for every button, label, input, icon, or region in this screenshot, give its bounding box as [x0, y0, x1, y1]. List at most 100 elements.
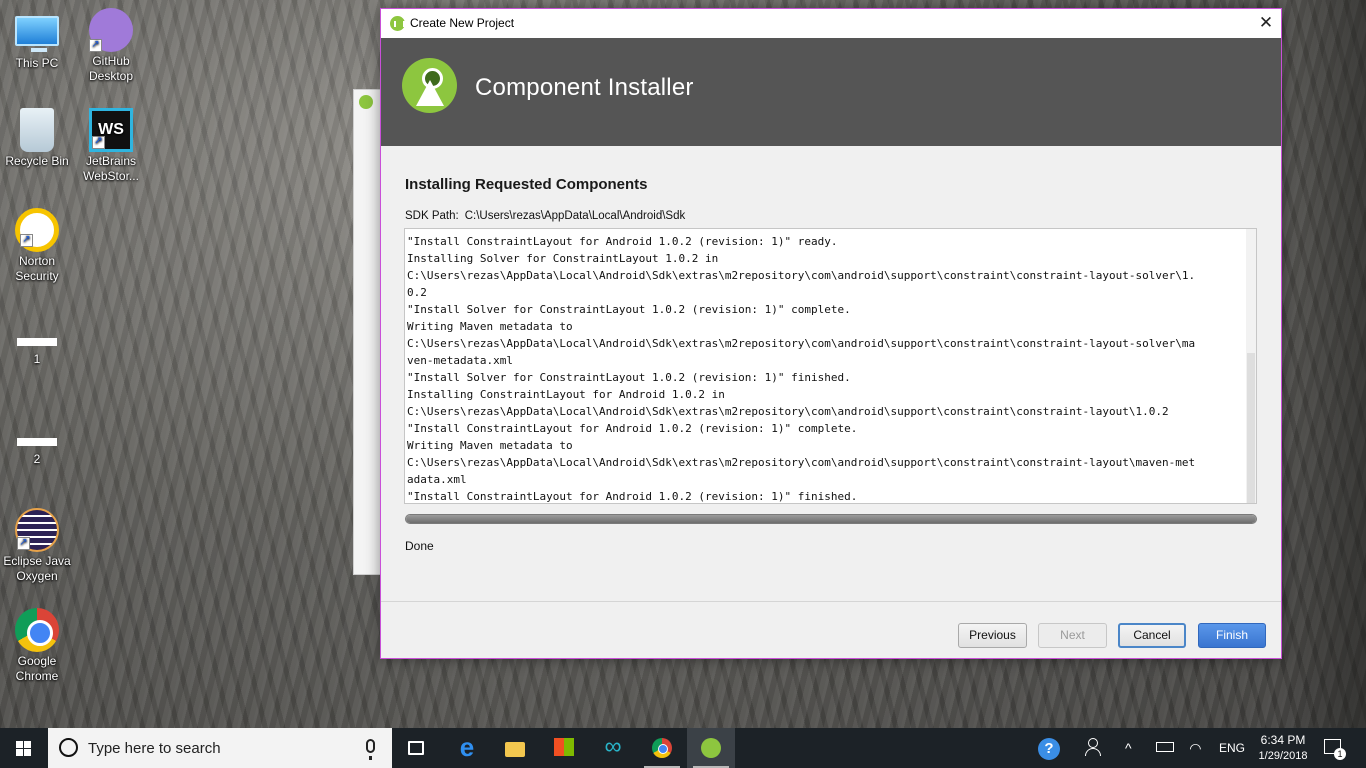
wifi-icon[interactable]: ◜◝ — [1190, 740, 1201, 768]
recycle-bin-icon — [20, 108, 54, 152]
file-explorer-taskbar-button[interactable] — [491, 728, 539, 768]
desktop-icon-eclipse[interactable]: ↗ Eclipse Java Oxygen — [0, 508, 74, 584]
task-view-icon — [408, 741, 424, 755]
desktop-icon-2[interactable]: 2 — [0, 418, 74, 467]
chrome-icon — [15, 608, 59, 652]
desktop-icon-github-desktop[interactable]: ↗ GitHub Desktop — [74, 8, 148, 84]
log-line: "Install ConstraintLayout for Android 1.… — [407, 490, 858, 503]
log-scrollbar[interactable] — [1246, 229, 1256, 503]
system-clock[interactable]: 6:34 PM 1/29/2018 — [1250, 732, 1316, 768]
desktop-icon-recycle-bin[interactable]: Recycle Bin — [0, 108, 74, 169]
section-heading: Installing Requested Components — [405, 176, 648, 193]
log-line: Writing Maven metadata to — [407, 320, 573, 333]
store-icon — [554, 738, 574, 756]
sdk-path-label: SDK Path: — [405, 210, 459, 222]
show-hidden-icons-chevron-icon[interactable]: ^ — [1125, 740, 1132, 768]
arduino-taskbar-button[interactable]: ∞ — [589, 728, 637, 768]
close-button[interactable]: ✕ — [1251, 9, 1281, 38]
shortcut-arrow-icon: ↗ — [92, 136, 105, 149]
desktop-icon-label: This PC — [15, 56, 59, 70]
install-log-text: "Install ConstraintLayout for Android 1.… — [407, 233, 1245, 503]
store-taskbar-button[interactable] — [540, 728, 588, 768]
webstorm-icon: WS ↗ — [89, 108, 133, 152]
log-line: Installing ConstraintLayout for Android … — [407, 388, 725, 401]
cortana-icon — [59, 738, 78, 757]
eclipse-icon: ↗ — [15, 508, 59, 552]
log-scrollbar-thumb[interactable] — [1247, 353, 1255, 503]
taskbar-search-box[interactable]: Type here to search — [48, 728, 392, 768]
title-bar[interactable]: Create New Project ✕ — [381, 9, 1281, 38]
desktop-icon-norton[interactable]: ↗ Norton Security — [0, 208, 74, 284]
shortcut-arrow-icon: ↗ — [89, 39, 102, 52]
log-line: Writing Maven metadata to — [407, 439, 573, 452]
android-studio-logo-icon — [402, 58, 457, 116]
install-progress-bar — [405, 514, 1257, 524]
clock-date: 1/29/2018 — [1258, 750, 1308, 762]
norton-icon: ↗ — [15, 208, 59, 252]
desktop-icon-label: Recycle Bin — [5, 154, 69, 168]
desktop-icon-label: 1 — [33, 352, 41, 366]
log-line: "Install ConstraintLayout for Android 1.… — [407, 422, 858, 435]
log-line: Installing Solver for ConstraintLayout 1… — [407, 252, 719, 265]
log-line: "Install ConstraintLayout for Android 1.… — [407, 235, 838, 248]
start-button[interactable] — [0, 728, 48, 768]
button-bar: Previous Next Cancel Finish — [381, 601, 1281, 659]
desktop-icon-this-pc[interactable]: This PC — [0, 8, 74, 71]
action-center-icon[interactable]: 1 — [1324, 739, 1346, 760]
android-studio-icon — [390, 16, 405, 31]
windows-logo-icon — [16, 741, 32, 756]
finish-button[interactable]: Finish — [1198, 623, 1266, 648]
shortcut-arrow-icon: ↗ — [17, 537, 30, 550]
android-studio-taskbar-button[interactable] — [687, 728, 735, 768]
log-line: C:\Users\rezas\AppData\Local\Android\Sdk… — [407, 456, 1196, 469]
help-icon[interactable]: ? — [1038, 738, 1060, 760]
clock-time: 6:34 PM — [1260, 733, 1306, 747]
content-area: Installing Requested Components SDK Path… — [381, 146, 1281, 601]
banner-title: Component Installer — [475, 74, 694, 101]
window-title: Create New Project — [410, 16, 515, 30]
desktop-icon-label: Norton Security — [15, 254, 59, 283]
log-line: C:\Users\rezas\AppData\Local\Android\Sdk… — [407, 337, 1196, 350]
log-line: "Install Solver for ConstraintLayout 1.0… — [407, 303, 851, 316]
log-line: ven-metadata.xml — [407, 354, 513, 367]
input-language-indicator[interactable]: ENG — [1219, 741, 1245, 768]
chrome-taskbar-button[interactable] — [638, 728, 686, 768]
task-view-button[interactable] — [392, 728, 440, 768]
android-studio-icon — [701, 738, 721, 758]
battery-icon[interactable] — [1156, 742, 1174, 752]
arduino-icon: ∞ — [604, 733, 622, 760]
shortcut-arrow-icon: ↗ — [20, 234, 33, 247]
status-text: Done — [405, 539, 434, 553]
file-explorer-icon — [505, 742, 525, 757]
sdk-path-row: SDK Path: C:\Users\rezas\AppData\Local\An… — [405, 210, 685, 222]
taskbar: Type here to search e ∞ ? ^ ◜◝ ENG 6:34 … — [0, 728, 1366, 768]
microphone-icon[interactable] — [366, 739, 375, 760]
cancel-button[interactable]: Cancel — [1118, 623, 1186, 648]
background-window[interactable] — [353, 89, 383, 575]
edge-taskbar-button[interactable]: e — [443, 728, 491, 768]
next-button[interactable]: Next — [1038, 623, 1107, 648]
people-icon[interactable] — [1085, 738, 1101, 756]
github-icon: ↗ — [89, 8, 133, 52]
blank-file-icon — [17, 338, 57, 346]
log-line: "Install Solver for ConstraintLayout 1.0… — [407, 371, 851, 384]
previous-button[interactable]: Previous — [958, 623, 1027, 648]
this-pc-icon — [15, 16, 59, 52]
chrome-icon — [652, 738, 672, 758]
log-line: C:\Users\rezas\AppData\Local\Android\Sdk… — [407, 269, 1196, 282]
desktop-icon-webstorm[interactable]: WS ↗ JetBrains WebStor... — [74, 108, 148, 184]
log-line: 0.2 — [407, 286, 427, 299]
header-banner: Component Installer — [381, 38, 1281, 146]
progress-fill — [406, 515, 1256, 523]
edge-icon: e — [459, 732, 475, 762]
install-log[interactable]: "Install ConstraintLayout for Android 1.… — [404, 228, 1257, 504]
desktop-icon-label: JetBrains WebStor... — [83, 154, 139, 183]
blank-file-icon — [17, 438, 57, 446]
desktop-icon-label: 2 — [33, 452, 41, 466]
search-placeholder: Type here to search — [88, 740, 221, 757]
create-new-project-dialog: Create New Project ✕ Component Installer… — [380, 8, 1282, 659]
desktop-icon-label: Eclipse Java Oxygen — [3, 554, 71, 583]
android-studio-icon — [359, 95, 373, 109]
desktop-icon-1[interactable]: 1 — [0, 318, 74, 367]
desktop-icon-chrome[interactable]: Google Chrome — [0, 608, 74, 684]
